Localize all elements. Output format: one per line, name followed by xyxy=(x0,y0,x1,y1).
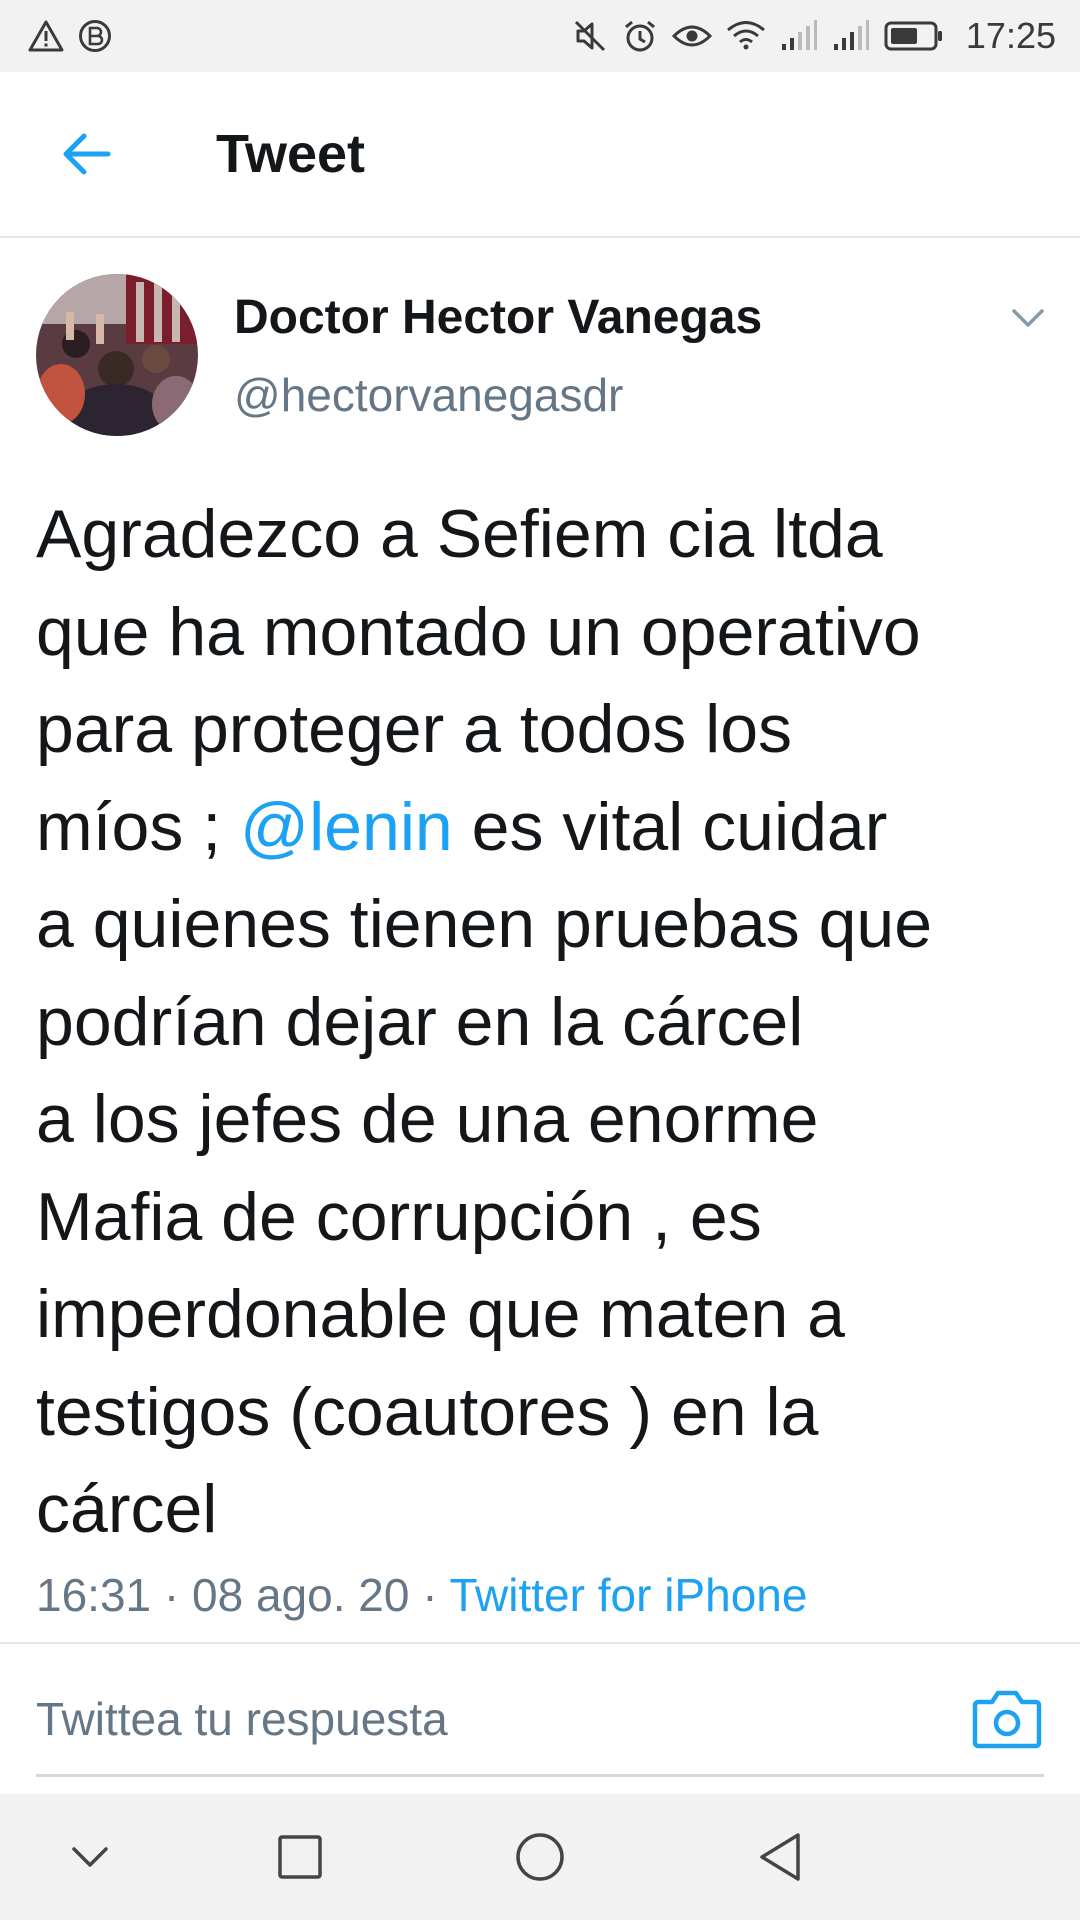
warning-icon xyxy=(28,20,64,52)
back-icon xyxy=(760,1833,800,1881)
tweet-time: 16:31 xyxy=(36,1569,152,1621)
top-app-bar: Tweet xyxy=(0,72,1080,238)
reply-input[interactable]: Twittea tu respuesta xyxy=(36,1692,448,1746)
camera-button[interactable] xyxy=(972,1688,1042,1750)
b-badge-icon xyxy=(78,19,112,53)
home-icon xyxy=(516,1833,564,1881)
mention-link[interactable]: @lenin xyxy=(240,789,453,865)
tweet-date: 08 ago. 20 xyxy=(192,1569,410,1621)
signal-2-icon xyxy=(832,20,870,52)
avatar[interactable] xyxy=(36,274,198,436)
meta-separator: · xyxy=(409,1569,450,1621)
status-left xyxy=(28,19,112,53)
camera-icon xyxy=(972,1690,1042,1749)
tweet-text: Agradezco a Sefiem cia ltda que ha monta… xyxy=(36,486,1046,1559)
tweet-text-line: a los jefes de una enorme xyxy=(36,1081,819,1157)
arrow-left-icon xyxy=(63,133,111,175)
meta-separator: · xyxy=(151,1569,193,1621)
author-handle[interactable]: @hectorvanegasdr xyxy=(234,368,623,422)
battery-icon xyxy=(884,20,944,52)
signal-1-icon xyxy=(780,20,818,52)
tweet-text-line: cárcel xyxy=(36,1471,218,1547)
tweet-metadata: 16:31 · 08 ago. 20 · Twitter for iPhone xyxy=(36,1568,807,1622)
tweet-text-line: Agradezco a Sefiem cia ltda xyxy=(36,496,883,572)
author-name[interactable]: Doctor Hector Vanegas xyxy=(234,290,762,345)
hide-keyboard-icon xyxy=(72,1847,108,1867)
reply-underline xyxy=(36,1774,1044,1777)
tweet-text-line: a quienes tienen pruebas que xyxy=(36,886,933,962)
recents-button[interactable] xyxy=(277,1834,323,1880)
status-right: 17:25 xyxy=(572,15,1056,57)
alarm-icon xyxy=(622,18,658,54)
status-time: 17:25 xyxy=(965,15,1056,56)
recents-icon xyxy=(278,1835,322,1879)
tweet-text-line: imperdonable que maten a xyxy=(36,1276,845,1352)
system-nav-bar xyxy=(0,1794,1080,1920)
back-button[interactable] xyxy=(58,126,114,182)
tweet-text-segment: es vital cuidar xyxy=(452,788,888,865)
tweet-source-link[interactable]: Twitter for iPhone xyxy=(450,1569,808,1621)
tweet-options-button[interactable] xyxy=(1008,298,1048,338)
system-back-button[interactable] xyxy=(756,1831,804,1883)
tweet-text-line: testigos (coautores ) en la xyxy=(36,1373,819,1450)
tweet-text-line: que ha montado un operativo xyxy=(36,593,921,670)
mute-icon xyxy=(572,18,608,54)
chevron-down-icon xyxy=(1012,309,1044,327)
tweet-text-line: para proteger a todos los xyxy=(36,691,793,767)
reply-bar[interactable]: Twittea tu respuesta xyxy=(0,1644,1080,1794)
tweet-text-line: Mafia de corrupción , es xyxy=(36,1178,762,1255)
status-bar: 17:25 xyxy=(0,0,1080,72)
tweet-text-segment: míos ; xyxy=(36,788,241,865)
page-title: Tweet xyxy=(216,124,366,184)
home-button[interactable] xyxy=(514,1831,566,1883)
hide-keyboard-button[interactable] xyxy=(70,1845,110,1869)
tweet-text-line: podrían dejar en la cárcel xyxy=(36,983,804,1060)
wifi-icon xyxy=(726,20,766,52)
eye-icon xyxy=(671,21,712,51)
tweet-text-line: míos ; @lenin es vital cuidar xyxy=(36,779,1046,877)
